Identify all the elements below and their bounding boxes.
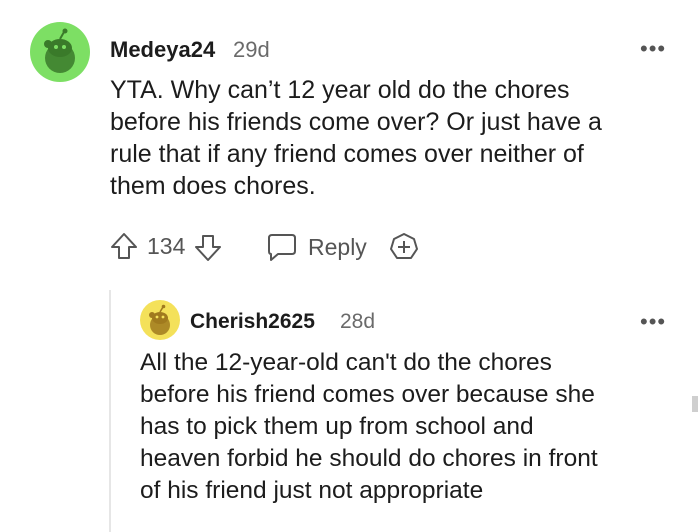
vote-count: 134	[147, 233, 186, 259]
more-options-button[interactable]: •••	[640, 311, 666, 333]
username[interactable]: Medeya24	[110, 37, 215, 63]
ellipsis-icon: •••	[640, 36, 667, 61]
comment-line: YTA. Why can’t 12 year old do the chores	[110, 76, 570, 104]
comment-body: YTA. Why can’t 12 year old do the chores…	[110, 74, 680, 202]
arrow-down-icon	[195, 235, 221, 261]
scrollbar-thumb[interactable]	[692, 396, 698, 412]
ellipsis-icon: •••	[640, 309, 667, 334]
snoo-avatar-icon	[149, 304, 170, 335]
plus-circle-icon	[390, 233, 418, 259]
comment-reply: Cherish2625 28d ••• All the 12-year-old …	[110, 290, 700, 532]
comment-line: heaven forbid he should do chores in fro…	[140, 445, 598, 472]
snoo-avatar-icon	[44, 28, 75, 73]
comment-line: them does chores.	[110, 172, 316, 200]
downvote-button[interactable]	[193, 233, 223, 263]
timestamp: 28d	[340, 310, 376, 333]
more-options-button[interactable]: •••	[640, 38, 666, 60]
comment-line: has to pick them up from school and	[140, 413, 534, 440]
speech-bubble-icon	[268, 234, 296, 261]
comment-line: rule that if any friend comes over neith…	[110, 140, 584, 168]
comment-line: of his friend just not appropriate	[140, 477, 484, 504]
username[interactable]: Cherish2625	[190, 310, 315, 334]
comment-line: before his friends come over? Or just ha…	[110, 108, 602, 136]
upvote-button[interactable]	[109, 231, 139, 261]
avatar[interactable]	[140, 300, 180, 340]
comment-line: All the 12-year-old can't do the chores	[140, 349, 552, 376]
reply-button[interactable]: Reply	[266, 231, 367, 263]
award-button[interactable]	[388, 231, 420, 263]
avatar[interactable]	[30, 22, 90, 82]
comment-body: All the 12-year-old can't do the chores …	[140, 347, 685, 507]
arrow-up-icon	[111, 233, 137, 259]
comment-line: before his friend comes over because she	[140, 381, 595, 408]
reply-label: Reply	[308, 233, 367, 260]
comment-top: Medeya24 29d ••• YTA. Why can’t 12 year …	[0, 0, 700, 290]
timestamp: 29d	[233, 37, 270, 62]
